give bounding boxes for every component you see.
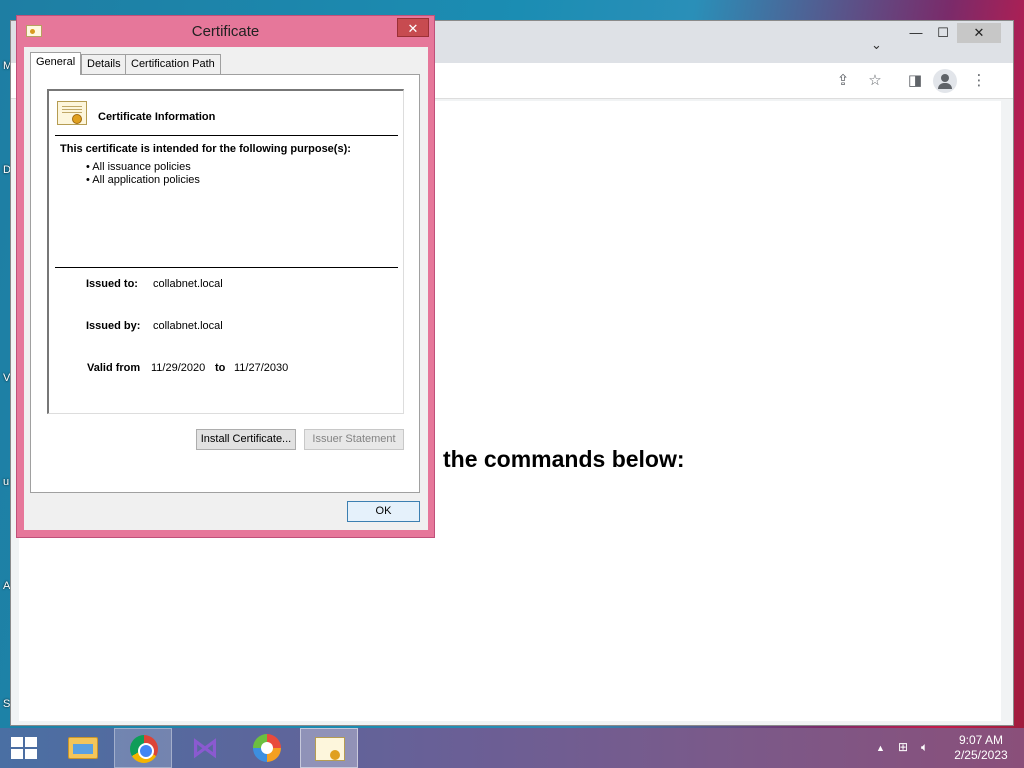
close-button[interactable]: ✕ <box>957 23 1001 43</box>
valid-from-label: Valid from <box>87 362 141 374</box>
certificate-icon <box>57 101 87 125</box>
maximize-button[interactable]: ☐ <box>928 23 958 43</box>
side-panel-icon[interactable]: ◨ <box>905 71 925 91</box>
tab-certification-path[interactable]: Certification Path <box>125 54 221 74</box>
purpose-item: • All application policies <box>86 174 200 186</box>
issued-by-label: Issued by: <box>86 320 141 332</box>
chrome-icon <box>130 735 158 763</box>
clock[interactable]: 9:07 AM 2/25/2023 <box>946 733 1016 763</box>
purpose-heading: This certificate is intended for the fol… <box>60 143 351 155</box>
taskbar-visual-studio[interactable]: ⋈ <box>176 728 234 768</box>
share-icon[interactable]: ⇪ <box>833 71 853 91</box>
valid-to-label: to <box>215 362 226 374</box>
tab-general[interactable]: General <box>30 52 82 75</box>
dialog-title: Certificate <box>191 23 260 40</box>
star-icon[interactable]: ☆ <box>865 71 885 91</box>
taskbar-file-explorer[interactable] <box>52 728 110 768</box>
valid-from-value: 11/29/2020 <box>151 362 206 374</box>
more-icon[interactable]: ⋮ <box>969 71 989 91</box>
start-button[interactable] <box>0 728 58 768</box>
volume-icon[interactable]: 🔈︎ <box>921 740 928 755</box>
certificate-info-title: Certificate Information <box>98 111 216 123</box>
install-certificate-button[interactable]: Install Certificate... <box>196 429 296 450</box>
divider <box>55 135 398 136</box>
minimize-button[interactable]: — <box>901 23 931 43</box>
dialog-body: General Details Certification Path Certi… <box>24 47 428 530</box>
keys-icon <box>253 734 281 762</box>
clock-time: 9:07 AM <box>958 733 1004 747</box>
up-arrow-icon[interactable]: ▲ <box>876 743 885 753</box>
dialog-close-button[interactable]: ✕ <box>397 18 429 37</box>
taskbar: ⋈ ▲ ⊞ 🔈︎ 9:07 AM 2/25/2023 <box>0 728 1024 768</box>
network-icon[interactable]: ⊞ <box>898 740 908 754</box>
issued-to-value: collabnet.local <box>153 278 223 290</box>
valid-to-value: 11/27/2030 <box>234 362 289 374</box>
clock-date: 2/25/2023 <box>954 748 1008 762</box>
certificate-dialog: Certificate ✕ General Details Certificat… <box>16 15 435 538</box>
divider <box>55 267 398 268</box>
issued-by-value: collabnet.local <box>153 320 223 332</box>
taskbar-chrome[interactable] <box>114 728 172 768</box>
desktop-icon-label: u <box>3 476 10 488</box>
ok-button[interactable]: OK <box>347 501 420 522</box>
purpose-item: • All issuance policies <box>86 161 191 173</box>
folder-icon <box>68 737 98 759</box>
tab-details[interactable]: Details <box>81 54 127 74</box>
profile-icon[interactable] <box>933 69 957 93</box>
certificate-icon <box>315 737 345 761</box>
taskbar-certificate[interactable] <box>300 728 358 768</box>
issued-to-label: Issued to: <box>86 278 138 290</box>
windows-icon <box>11 737 37 759</box>
chevron-down-icon[interactable]: ⌄ <box>871 37 882 53</box>
certificate-info-box: Certificate Information This certificate… <box>47 89 404 414</box>
visual-studio-icon: ⋈ <box>191 732 219 763</box>
issuer-statement-button[interactable]: Issuer Statement <box>304 429 404 450</box>
taskbar-keys-app[interactable] <box>238 728 296 768</box>
general-tab-panel: Certificate Information This certificate… <box>30 74 420 493</box>
page-heading: the commands below: <box>443 446 685 472</box>
